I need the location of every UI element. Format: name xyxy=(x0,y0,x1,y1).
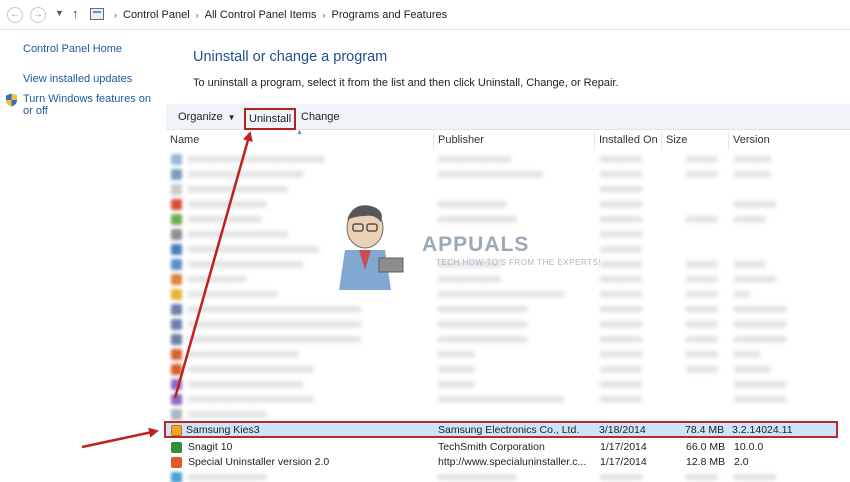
program-icon xyxy=(171,229,182,240)
program-icon xyxy=(171,184,182,195)
recent-locations-chevron-icon[interactable]: ▼ xyxy=(55,8,64,18)
program-row[interactable]: xxxxxxxxxxxxxxxxxxxxxxxxxxxxxxxxxxxxxxxx… xyxy=(166,167,836,182)
program-icon xyxy=(171,472,182,482)
breadcrumb-programs-features[interactable]: Programs and Features xyxy=(332,9,448,21)
program-row[interactable]: xxxxxxxxxxxxxxx xyxy=(166,407,836,422)
uac-shield-icon xyxy=(6,93,17,107)
program-version: 3.2.14024.11 xyxy=(732,424,793,436)
program-row[interactable]: xxxxxxxxxxxxxxxxxxxxxxxxxxxxxxxxxxxxxxxx… xyxy=(166,362,836,377)
breadcrumb: › Control Panel › All Control Panel Item… xyxy=(108,9,447,21)
program-row[interactable]: xxxxxxxxxxxxxxxxxxxxxxxxxxxxxxxxxxxxxxxx… xyxy=(166,317,836,332)
samsung-kies-icon xyxy=(171,425,182,436)
program-icon xyxy=(171,334,182,345)
program-publisher: Samsung Electronics Co., Ltd. xyxy=(438,424,580,436)
program-row[interactable]: xxxxxxxxxxxxxxxxxxxxxxxxxxxxxxxxxxxxxxxx… xyxy=(166,347,836,362)
program-row[interactable]: xxxxxxxxxxxxxxxxxxxxxxxxxxxxxxxxxxxxxxxx… xyxy=(166,332,836,347)
column-header-publisher[interactable]: Publisher xyxy=(434,131,595,150)
program-icon xyxy=(171,244,182,255)
column-header-size[interactable]: Size xyxy=(662,131,729,150)
program-installed-on: 3/18/2014 xyxy=(599,424,646,436)
program-icon xyxy=(171,169,182,180)
program-row[interactable]: xxxxxxxxxxxxxxxxxxxxxxxxxxxxxxxxxxxxxxxx… xyxy=(166,470,836,482)
program-version: 10.0.0 xyxy=(734,441,764,453)
page-description: To uninstall a program, select it from t… xyxy=(193,77,619,89)
program-icon xyxy=(171,394,182,405)
change-button[interactable]: Change xyxy=(301,111,340,123)
breadcrumb-control-panel[interactable]: Control Panel xyxy=(123,9,190,21)
program-name: Snagit 10 xyxy=(188,441,233,453)
program-installed-on: 1/17/2014 xyxy=(600,456,647,468)
sidebar-link-windows-features[interactable]: Turn Windows features on or off xyxy=(23,93,163,117)
program-name: Special Uninstaller version 2.0 xyxy=(188,456,330,468)
program-icon xyxy=(171,154,182,165)
special-uninstaller-icon xyxy=(171,457,182,468)
program-icon xyxy=(171,289,182,300)
program-row[interactable]: xxxxxxxxxxxxxxxxxxxxxxxxxxxxxxxxxxxxxxxx… xyxy=(166,377,836,392)
program-publisher: TechSmith Corporation xyxy=(438,441,545,453)
program-icon xyxy=(171,304,182,315)
organize-button[interactable]: Organize ▼ xyxy=(178,111,236,123)
program-row[interactable]: xxxxxxxxxxxxxxxxxxxxxxxxxxxxxxxxxxxxxxxx… xyxy=(166,392,836,407)
sidebar-link-control-panel-home[interactable]: Control Panel Home xyxy=(23,43,122,55)
sidebar-link-installed-updates[interactable]: View installed updates xyxy=(23,73,132,85)
program-size: 12.8 MB xyxy=(686,456,726,468)
chevron-down-icon: ▼ xyxy=(227,113,236,122)
program-row[interactable]: xxxxxxxxxxxxxxxxxxx xxxxxxxx xyxy=(166,182,836,197)
program-row-selected[interactable]: Samsung Kies3 Samsung Electronics Co., L… xyxy=(164,421,838,438)
column-header-installed-on[interactable]: Installed On xyxy=(595,131,662,150)
breadcrumb-all-items[interactable]: All Control Panel Items xyxy=(205,9,317,21)
program-icon xyxy=(171,199,182,210)
watermark-text: APPUALS xyxy=(422,233,530,256)
program-version: 2.0 xyxy=(734,456,749,468)
program-icon xyxy=(171,364,182,375)
page-title: Uninstall or change a program xyxy=(193,49,388,65)
forward-button[interactable]: → xyxy=(30,7,46,23)
sort-ascending-icon: ▲ xyxy=(296,129,303,136)
program-icon xyxy=(171,349,182,360)
watermark-subtext: TECH HOW-TO'S FROM THE EXPERTS! xyxy=(436,258,601,267)
arrow-to-selected-row xyxy=(81,427,159,449)
program-icon xyxy=(171,259,182,270)
program-row[interactable]: xxxxxxxxxxxxxxxxxxxxxxxxxxxxxxxxxxxxxxxx… xyxy=(166,152,836,167)
up-arrow-icon[interactable]: ↑ xyxy=(72,6,79,21)
control-panel-icon xyxy=(90,8,104,20)
uninstall-button[interactable]: Uninstall xyxy=(244,108,297,130)
program-icon xyxy=(171,274,182,285)
back-button[interactable]: ← xyxy=(7,7,23,23)
breadcrumb-separator-icon[interactable]: › xyxy=(196,10,199,20)
organize-label: Organize xyxy=(178,111,223,123)
program-size: 78.4 MB xyxy=(685,424,725,436)
program-icon xyxy=(171,214,182,225)
address-bar: ← → ▼ ↑ › Control Panel › All Control Pa… xyxy=(0,0,850,30)
program-installed-on: 1/17/2014 xyxy=(600,441,647,453)
program-row[interactable]: Special Uninstaller version 2.0 http://w… xyxy=(166,455,836,470)
command-bar: Organize ▼ Uninstall Change xyxy=(166,104,850,130)
breadcrumb-separator-icon[interactable]: › xyxy=(114,10,117,20)
program-size: 66.0 MB xyxy=(686,441,726,453)
program-row[interactable]: xxxxxxxxxxxxxxxxxxxxxxxxxxxxxxxxxxxxxxxx… xyxy=(166,302,836,317)
program-publisher: http://www.specialuninstaller.c... xyxy=(438,456,587,468)
program-icon xyxy=(171,379,182,390)
program-icon xyxy=(171,409,182,420)
breadcrumb-separator-icon[interactable]: › xyxy=(323,10,326,20)
column-header-version[interactable]: Version xyxy=(729,131,836,150)
program-name: Samsung Kies3 xyxy=(186,424,260,436)
snagit-icon xyxy=(171,442,182,453)
program-icon xyxy=(171,319,182,330)
program-row[interactable]: Snagit 10 TechSmith Corporation 1/17/201… xyxy=(166,440,836,455)
